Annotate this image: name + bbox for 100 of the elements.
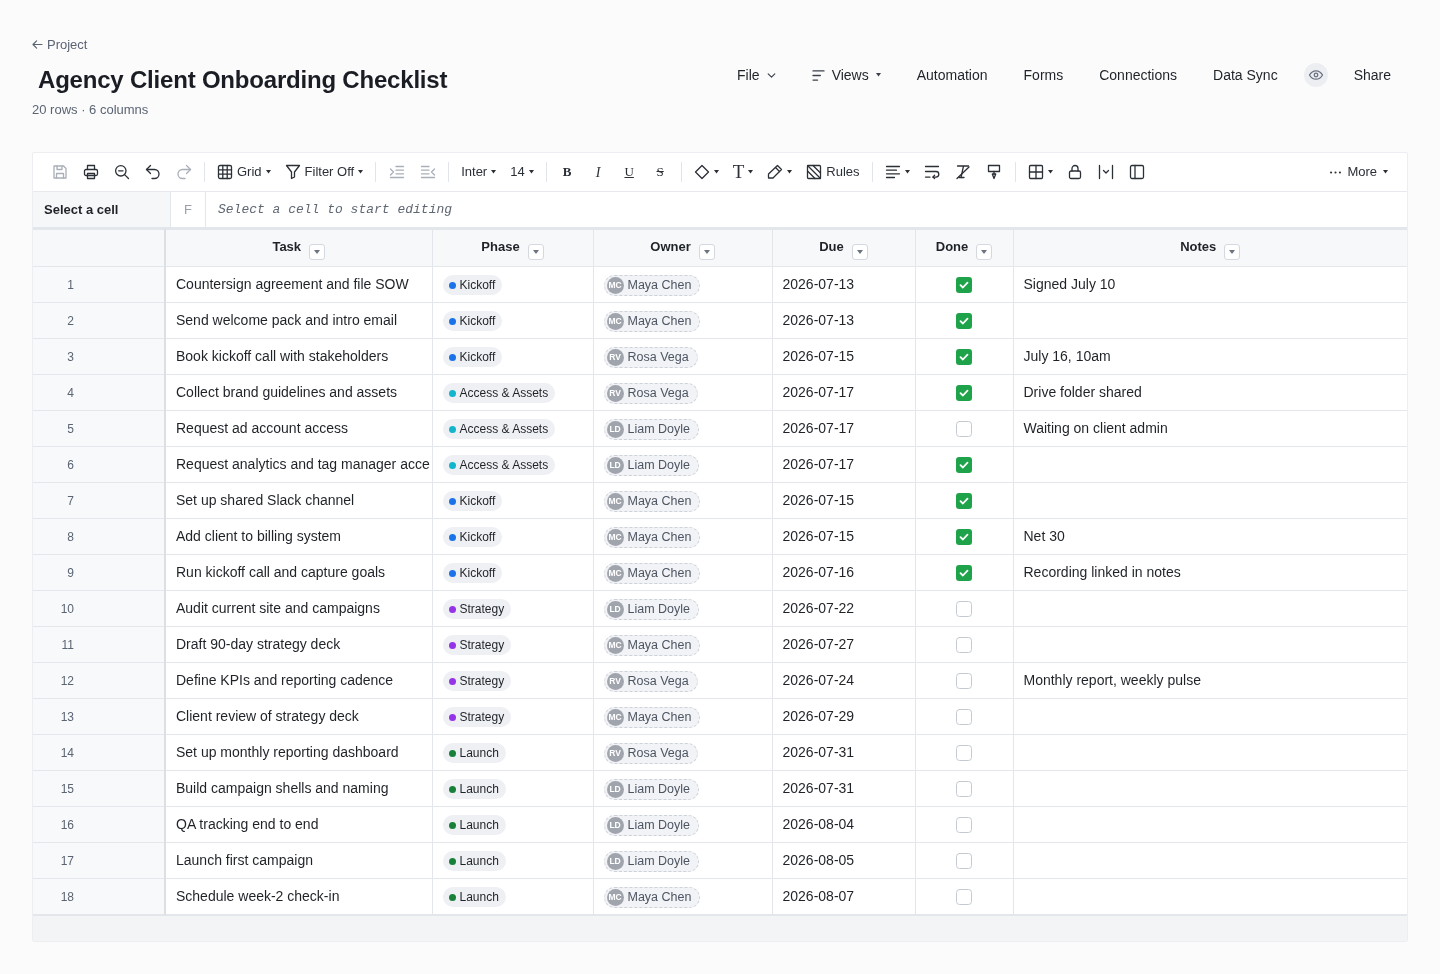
checkbox[interactable] — [956, 493, 972, 510]
row-number: 17 — [60, 853, 74, 868]
more-button[interactable]: More — [1325, 158, 1393, 186]
task-cell: Build campaign shells and naming — [165, 770, 432, 807]
avatar: RV — [606, 348, 624, 366]
chevron-down-icon — [766, 72, 776, 78]
column-menu-button[interactable] — [976, 243, 993, 260]
owner-name: Liam Doyle — [627, 853, 691, 870]
caret-icon — [532, 249, 539, 254]
menu-item[interactable]: Forms — [1023, 63, 1064, 87]
task-cell: Audit current site and campaigns — [165, 590, 432, 627]
due-date-cell: 2026-07-17 — [772, 374, 915, 411]
column-header: Phase — [481, 238, 520, 254]
underline-button[interactable]: U — [615, 158, 643, 186]
checkbox[interactable] — [956, 601, 972, 618]
formula-input[interactable]: Select a cell to start editing — [218, 197, 638, 222]
printer-icon — [82, 164, 99, 180]
task-cell: Client review of strategy deck — [165, 698, 432, 735]
checkbox[interactable] — [956, 277, 972, 294]
diamond-icon — [693, 164, 710, 180]
italic-button[interactable]: I — [584, 158, 612, 186]
checkbox[interactable] — [956, 529, 972, 546]
checkbox[interactable] — [956, 709, 972, 726]
checkbox[interactable] — [956, 817, 972, 834]
due-date-cell: 2026-07-16 — [772, 554, 915, 591]
checkbox[interactable] — [956, 745, 972, 762]
menu-item[interactable]: Share — [1353, 63, 1391, 87]
avatar: MC — [606, 492, 624, 510]
task-cell: Countersign agreement and file SOW — [165, 266, 432, 303]
phase-label: Launch — [459, 853, 499, 871]
checkbox[interactable] — [956, 781, 972, 798]
checkbox[interactable] — [956, 385, 972, 402]
menu-item[interactable]: Connections — [1099, 63, 1178, 87]
owner-name: Maya Chen — [627, 277, 692, 294]
phase-label: Kickoff — [459, 565, 496, 583]
checkbox[interactable] — [956, 853, 972, 870]
phase-label: Strategy — [459, 673, 505, 691]
column-menu-button[interactable] — [1224, 243, 1241, 260]
owner-name: Liam Doyle — [627, 421, 691, 438]
checkbox[interactable] — [956, 565, 972, 582]
owner-name: Maya Chen — [627, 529, 692, 546]
caret-icon — [703, 249, 710, 254]
caret-icon — [491, 170, 497, 174]
column-menu-button[interactable] — [527, 243, 544, 260]
brush-icon — [986, 164, 1002, 180]
caret-icon — [748, 170, 754, 174]
filter-button[interactable]: Filter Off — [279, 158, 369, 186]
font-size-dropdown[interactable]: 14 — [505, 158, 539, 186]
due-date-cell: 2026-07-17 — [772, 446, 915, 483]
eye-icon[interactable] — [1303, 63, 1328, 87]
phase-label: Launch — [459, 889, 499, 907]
phase-label: Strategy — [459, 709, 505, 727]
views-dropdown[interactable]: Views — [811, 63, 881, 87]
checkbox[interactable] — [956, 457, 972, 474]
phase-label: Kickoff — [459, 349, 496, 367]
checkbox[interactable] — [956, 349, 972, 366]
caret-icon — [875, 73, 881, 77]
strikethrough-button[interactable]: S — [646, 158, 674, 186]
due-date-cell: 2026-07-27 — [772, 626, 915, 663]
caret-icon — [981, 249, 988, 254]
due-date-cell: 2026-07-15 — [772, 482, 915, 519]
lines-icon — [811, 69, 825, 81]
checkbox[interactable] — [956, 313, 972, 330]
column-width-icon — [1098, 164, 1114, 180]
column-menu-button[interactable] — [309, 243, 326, 260]
caret-icon — [856, 249, 863, 254]
avatar: MC — [606, 276, 624, 294]
row-number: 13 — [60, 709, 74, 724]
checkbox[interactable] — [956, 889, 972, 906]
rules-button[interactable]: Rules — [801, 158, 865, 186]
column-menu-button[interactable] — [851, 243, 868, 260]
menu-dropdown[interactable]: File — [737, 63, 776, 87]
menu-item[interactable]: Data Sync — [1213, 63, 1278, 87]
due-date-cell: 2026-08-04 — [772, 806, 915, 843]
owner-name: Rosa Vega — [627, 385, 689, 402]
row-number: 11 — [61, 637, 74, 652]
checkbox[interactable] — [956, 673, 972, 690]
row-number: 3 — [67, 349, 74, 364]
avatar: LD — [606, 600, 624, 618]
owner-name: Rosa Vega — [627, 673, 689, 690]
grid-view-button[interactable]: Grid — [212, 158, 276, 186]
task-cell: Set up monthly reporting dashboard — [165, 734, 432, 771]
due-date-cell: 2026-08-07 — [772, 878, 915, 915]
avatar: MC — [606, 888, 624, 906]
row-number: 6 — [67, 457, 74, 472]
font-dropdown[interactable]: Inter — [456, 158, 502, 186]
task-cell: Draft 90-day strategy deck — [165, 626, 432, 663]
column-header: Done — [935, 238, 969, 254]
bold-button[interactable]: B — [553, 158, 581, 186]
phase-label: Kickoff — [459, 313, 496, 331]
due-date-cell: 2026-07-17 — [772, 410, 915, 447]
menu-item[interactable]: Automation — [916, 63, 988, 87]
checkbox[interactable] — [956, 637, 972, 654]
back-link[interactable]: Project — [32, 35, 88, 54]
text-color-button[interactable]: T — [727, 158, 759, 186]
due-date-cell: 2026-07-15 — [772, 518, 915, 555]
column-menu-button[interactable] — [698, 243, 715, 260]
checkbox[interactable] — [956, 421, 972, 438]
row-number: 10 — [60, 601, 74, 616]
avatar: MC — [606, 708, 624, 726]
